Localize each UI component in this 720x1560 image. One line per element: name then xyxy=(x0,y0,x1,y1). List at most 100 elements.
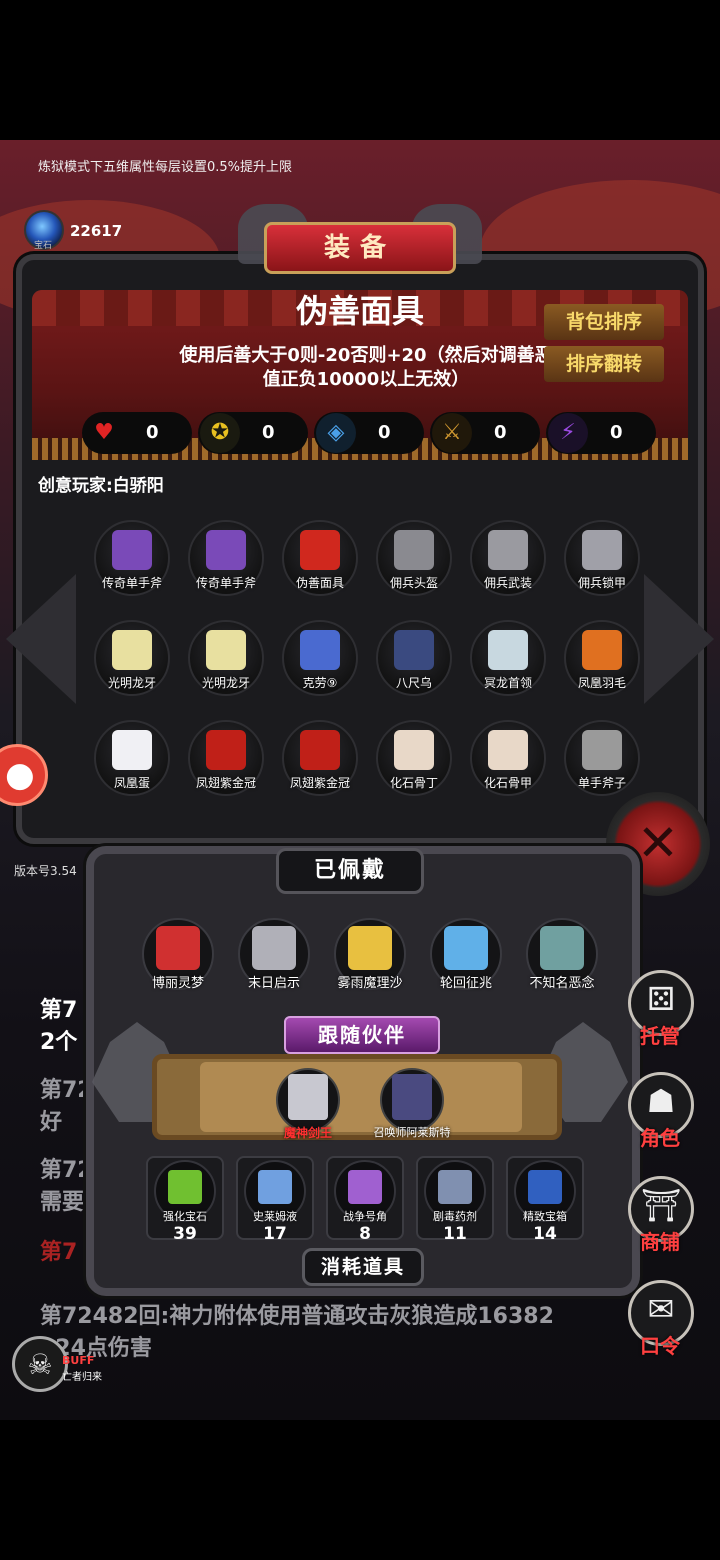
item-label: 伪善面具 xyxy=(295,576,344,590)
menu-label: 角色 xyxy=(640,1126,680,1150)
item-sprite xyxy=(582,530,622,570)
consumable-slot[interactable]: 史莱姆液 17 xyxy=(232,1152,318,1248)
worn-slot[interactable]: 博丽灵梦 xyxy=(130,916,226,996)
inventory-slot[interactable]: 伪善面具 xyxy=(278,516,362,606)
inventory-slot[interactable]: 冥龙首领 xyxy=(466,616,550,706)
companion-slot[interactable]: 魔神剑王 xyxy=(248,1064,368,1144)
inventory-slot[interactable]: 单手斧子 xyxy=(560,716,644,806)
companion-title: 跟随伙伴 xyxy=(284,1016,440,1054)
companion-slot[interactable]: 召唤师阿莱斯特 xyxy=(352,1064,472,1144)
user-icon: ● xyxy=(5,755,35,795)
menu-label: 口令 xyxy=(640,1334,680,1358)
log-line: 好 xyxy=(40,1110,63,1135)
stat-attack: ⚔ 0 xyxy=(430,412,540,454)
worn-items-row: 博丽灵梦 末日启示 雾雨魔理沙 轮回征兆 不知名恶念 xyxy=(130,916,610,996)
gem-label: 宝石 xyxy=(34,241,53,251)
inventory-slot[interactable]: 化石骨甲 xyxy=(466,716,550,806)
inventory-slot[interactable]: 传奇单手斧 xyxy=(184,516,268,606)
inventory-slot[interactable]: 凤翅紫金冠 xyxy=(278,716,362,806)
inventory-slot[interactable]: 佣兵武装 xyxy=(466,516,550,606)
consumables-title-text: 消耗道具 xyxy=(320,1256,405,1278)
book-glyph: ✉ xyxy=(647,1290,675,1328)
stat-value: 0 xyxy=(610,422,623,443)
stat-value: 0 xyxy=(494,422,507,443)
consumable-sprite xyxy=(168,1170,202,1204)
skull-icon: ☠ xyxy=(12,1336,68,1392)
item-label: 佣兵头盔 xyxy=(389,576,438,590)
item-sprite xyxy=(582,630,622,670)
inventory-slot[interactable]: 光明龙牙 xyxy=(90,616,174,706)
consumable-slot[interactable]: 精致宝箱 14 xyxy=(502,1152,588,1248)
companion-sprite xyxy=(288,1074,328,1120)
password-button[interactable]: ✉ 口令 xyxy=(624,1280,704,1366)
stat-value: 0 xyxy=(146,422,159,443)
item-label: 单手斧子 xyxy=(577,776,626,790)
inventory-slot[interactable]: 佣兵锁甲 xyxy=(560,516,644,606)
gem-counter[interactable]: 22617 宝石 xyxy=(22,208,132,251)
log-line: 第7 xyxy=(40,998,78,1023)
creator-credit: 创意玩家:白骄阳 xyxy=(38,476,164,496)
stats-row: ♥ 0 ✪ 0 ◈ 0 ⚔ 0 ⚡ 0 xyxy=(82,412,662,456)
consumable-count: 14 xyxy=(533,1224,557,1244)
worn-sprite xyxy=(348,926,392,970)
consumable-sprite xyxy=(438,1170,472,1204)
inventory-slot[interactable]: 光明龙牙 xyxy=(184,616,268,706)
defense-icon: ◈ xyxy=(316,413,356,453)
shop-glyph: ⛩ xyxy=(640,1186,682,1224)
log-line: 需要 xyxy=(40,1190,85,1215)
item-sprite xyxy=(488,530,528,570)
item-label: 克劳⑨ xyxy=(302,676,338,690)
reverse-sort-button[interactable]: 排序翻转 xyxy=(544,346,664,382)
character-button[interactable]: ☗ 角色 xyxy=(624,1072,704,1158)
consumable-label: 强化宝石 xyxy=(163,1210,207,1223)
worn-title-text: 已佩戴 xyxy=(313,858,386,883)
worn-label: 雾雨魔理沙 xyxy=(337,976,403,991)
buff-indicator[interactable]: ☠ BUFF 亡者归来 xyxy=(10,1334,120,1394)
item-label: 传奇单手斧 xyxy=(195,576,256,590)
item-label: 传奇单手斧 xyxy=(101,576,162,590)
consumable-label: 战争号角 xyxy=(343,1210,387,1223)
buff-label: BUFF xyxy=(62,1354,95,1367)
auto-play-button[interactable]: ⚄ 托管 xyxy=(624,970,704,1056)
worn-slot[interactable]: 不知名恶念 xyxy=(514,916,610,996)
item-label: 光明龙牙 xyxy=(107,676,156,690)
worn-slot[interactable]: 末日启示 xyxy=(226,916,322,996)
consumable-sprite xyxy=(258,1170,292,1204)
consumables-title: 消耗道具 xyxy=(302,1248,424,1286)
stat-strength: ✪ 0 xyxy=(198,412,308,454)
consumable-label: 剧毒药剂 xyxy=(433,1210,477,1223)
inventory-slot[interactable]: 八尺乌 xyxy=(372,616,456,706)
inventory-slot[interactable]: 化石骨丁 xyxy=(372,716,456,806)
log-line: 2个 xyxy=(40,1030,78,1055)
consumable-sprite xyxy=(528,1170,562,1204)
stat-defense: ◈ 0 xyxy=(314,412,424,454)
item-label: 凤凰羽毛 xyxy=(577,676,626,690)
companion-label: 召唤师阿莱斯特 xyxy=(373,1126,451,1139)
inventory-slot[interactable]: 凤凰蛋 xyxy=(90,716,174,806)
inventory-slot[interactable]: 传奇单手斧 xyxy=(90,516,174,606)
worn-slot[interactable]: 雾雨魔理沙 xyxy=(322,916,418,996)
item-sprite xyxy=(112,730,152,770)
inventory-slot[interactable]: 凤凰羽毛 xyxy=(560,616,644,706)
item-sprite xyxy=(488,730,528,770)
strength-icon: ✪ xyxy=(200,413,240,453)
worn-slot[interactable]: 轮回征兆 xyxy=(418,916,514,996)
inventory-slot[interactable]: 克劳⑨ xyxy=(278,616,362,706)
worn-sprite xyxy=(252,926,296,970)
stat-hp: ♥ 0 xyxy=(82,412,192,454)
sort-bag-button[interactable]: 背包排序 xyxy=(544,304,664,340)
consumable-count: 39 xyxy=(173,1224,197,1244)
shop-button[interactable]: ⛩ 商铺 xyxy=(624,1176,704,1262)
stat-value: 0 xyxy=(262,422,275,443)
inventory-slot[interactable]: 凤翅紫金冠 xyxy=(184,716,268,806)
consumable-count: 17 xyxy=(263,1224,287,1244)
item-label: 凤翅紫金冠 xyxy=(289,776,350,790)
worn-label: 轮回征兆 xyxy=(439,976,492,991)
worn-label: 末日启示 xyxy=(247,976,300,991)
inventory-slot[interactable]: 佣兵头盔 xyxy=(372,516,456,606)
consumable-slot[interactable]: 战争号角 8 xyxy=(322,1152,408,1248)
mode-notice: 炼狱模式下五维属性每层设置0.5%提升上限 xyxy=(38,160,293,175)
consumable-slot[interactable]: 强化宝石 39 xyxy=(142,1152,228,1248)
consumable-slot[interactable]: 剧毒药剂 11 xyxy=(412,1152,498,1248)
item-sprite xyxy=(206,530,246,570)
